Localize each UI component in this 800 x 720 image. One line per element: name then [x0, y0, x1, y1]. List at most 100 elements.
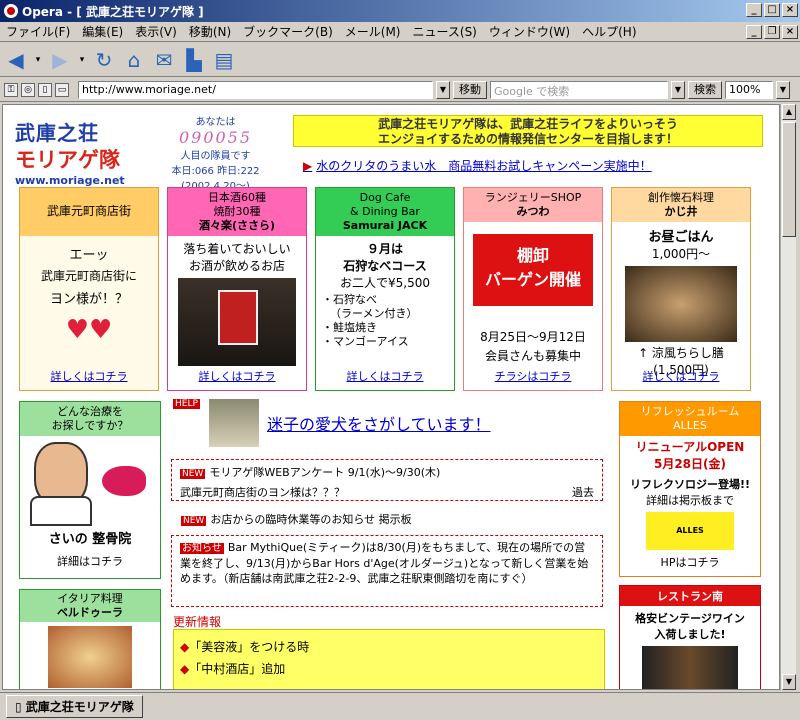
alles-open: リニューアルOPEN [635, 440, 745, 454]
home-icon[interactable]: ⌂ [122, 48, 146, 72]
minimize-button[interactable]: _ [746, 3, 762, 17]
forward-icon[interactable]: ▶ [48, 48, 72, 72]
bullet-icon: ◆ [180, 640, 190, 654]
sale-line: 棚卸 [516, 246, 549, 265]
page-icon[interactable]: ▯ [38, 82, 52, 97]
scroll-thumb[interactable] [782, 122, 796, 237]
vertical-scrollbar[interactable]: ▲ ▼ [780, 104, 796, 690]
zoom-dropdown-button[interactable]: ▼ [776, 80, 790, 99]
counter-today: 本日:066 昨日:222 [171, 166, 260, 177]
card-head: Dog Cafe & Dining Bar Samurai JACK [316, 188, 454, 236]
reload-icon[interactable]: ↻ [92, 48, 116, 72]
menu-navigate[interactable]: 移動(N) [189, 23, 231, 40]
update-item[interactable]: 「中村酒店」追加 [189, 662, 285, 676]
past-link[interactable]: 過去 [572, 484, 594, 500]
menu-help[interactable]: ヘルプ(H) [582, 23, 636, 40]
update-title: 更新情報 [173, 615, 222, 629]
card-text: 1,000円〜 [651, 247, 711, 261]
lost-dog-row[interactable]: HELP 迷子の愛犬をさがしています！ [173, 399, 603, 449]
card-link[interactable]: 詳しくはコチラ [20, 368, 158, 384]
forward-dropdown-icon[interactable]: ▾ [78, 48, 86, 72]
address-input[interactable]: http://www.moriage.net/ [78, 80, 433, 99]
card-head-line: & Dining Bar [350, 205, 420, 218]
update-item[interactable]: 「美容液」をつける時 [189, 640, 309, 654]
mdi-close-button[interactable]: × [782, 25, 798, 39]
scroll-up-icon[interactable]: ▲ [782, 104, 796, 120]
counter-digits: 090055 [178, 128, 253, 147]
window-title: Opera - [ 武庫之荘モリアゲ隊 ] [22, 4, 204, 19]
save-icon[interactable]: ▤ [212, 48, 236, 72]
card-head: 創作懐石料理 かじ井 [612, 188, 750, 222]
card-link[interactable]: 詳しくはコチラ [316, 368, 454, 384]
scroll-down-icon[interactable]: ▼ [782, 674, 796, 690]
campaign-link[interactable]: ▶ 水のクリタのうまい水 商品無料お試しキャンペーン実施中！ [303, 157, 652, 174]
card-text: ヨン様が！？ [49, 292, 128, 307]
lost-dog-link[interactable]: 迷子の愛犬をさがしています！ [267, 411, 491, 435]
yon-topic-link[interactable]: 武庫元町商店街のヨン様は？？？ [180, 484, 345, 500]
mdi-restore-button[interactable]: ❐ [764, 25, 780, 39]
closure-row: NEW お店からの臨時休業等のお知らせ 掲示板 [181, 511, 412, 527]
alles-bbs-link[interactable]: 詳細は掲示板まで [620, 492, 760, 508]
campaign-text: 水のクリタのうまい水 商品無料お試しキャンペーン実施中！ [316, 159, 652, 173]
zoom-select[interactable]: 100% [725, 80, 773, 99]
cookie-icon[interactable]: ◎ [21, 82, 35, 97]
seitai-head: どんな治療を お探しですか？ [20, 402, 160, 436]
card-head-line: 焼酎30種 [213, 205, 261, 218]
card-text: 武庫元町商店街に [40, 269, 137, 283]
page-tab-icon: ▯ [15, 700, 26, 714]
back-dropdown-icon[interactable]: ▾ [34, 48, 42, 72]
survey-box: NEW モリアゲ隊WEBアンケート 9/1(水)〜9/30(木) 武庫元町商店街の… [171, 459, 603, 501]
document-icon[interactable]: ▭ [55, 82, 69, 97]
search-input[interactable]: Google で検索 [490, 80, 668, 99]
page-tab[interactable]: ▯ 武庫之荘モリアゲ隊 [6, 695, 143, 718]
card-sasara: 日本酒60種 焼酎30種 酒々楽(ささら) 落ち着いておいしい お酒が飲めるお店… [167, 187, 307, 391]
menu-mail[interactable]: メール(M) [345, 23, 401, 40]
card-link[interactable]: 詳しくはコチラ [612, 368, 750, 384]
menu-list-item: （ラーメン付き） [330, 307, 418, 320]
search-engine-dropdown[interactable]: ▼ [671, 80, 685, 99]
alles-hp-link[interactable]: HPはコチラ [620, 554, 760, 570]
navigation-toolbar: ◀ ▾ ▶ ▾ ↻ ⌂ ✉ ▙ ▤ [0, 43, 800, 77]
site-logo[interactable]: 武庫之荘 モリアゲ隊 www.moriage.net [15, 117, 135, 187]
counter-label: あなたは [195, 117, 236, 128]
banner-line1: 武庫之荘モリアゲ隊は、武庫之荘ライフをよりいっそう [378, 117, 678, 131]
menu-edit[interactable]: 編集(E) [82, 23, 123, 40]
menu-window[interactable]: ウィンドウ(W) [489, 23, 570, 40]
seitai-link[interactable]: 詳細はコチラ [20, 553, 160, 569]
wine-photo [642, 646, 738, 689]
card-link[interactable]: 詳しくはコチラ [168, 368, 306, 384]
security-icon[interactable]: ⚿ [4, 82, 18, 97]
maximize-button[interactable]: □ [764, 3, 780, 17]
menu-bookmarks[interactable]: ブックマーク(B) [243, 23, 333, 40]
bar-photo [178, 278, 296, 366]
back-icon[interactable]: ◀ [4, 48, 28, 72]
alles-body: リフレクソロジー登場!! [629, 478, 751, 491]
go-button[interactable]: 移動 [453, 80, 487, 99]
alles-head-line: ALLES [673, 419, 707, 432]
card-link[interactable]: チラシはコチラ [464, 368, 602, 384]
survey-date: 9/1(水)〜9/30(木) [347, 466, 441, 479]
menu-view[interactable]: 表示(V) [135, 23, 177, 40]
card-shotengai: 武庫元町商店街 エーッ 武庫元町商店街に ヨン様が！？ ♥♥ 詳しくはコチラ [19, 187, 159, 391]
survey-link[interactable]: モリアゲ隊WEBアンケート [209, 466, 344, 479]
card-head-line: みつわ [516, 205, 550, 218]
menu-news[interactable]: ニュース(S) [412, 23, 476, 40]
notice-tag: お知らせ [180, 543, 224, 554]
menu-list-item: ・マンゴーアイス [322, 335, 409, 348]
address-dropdown-button[interactable]: ▼ [436, 80, 450, 99]
logo-line2: モリアゲ隊 [15, 148, 120, 172]
alles-date: 5月28日(金) [653, 457, 727, 471]
hotlist-icon[interactable]: ✉ [152, 48, 176, 72]
closure-link[interactable]: お店からの臨時休業等のお知らせ 掲示板 [210, 513, 411, 526]
print-icon[interactable]: ▙ [182, 48, 206, 72]
menu-file[interactable]: ファイル(F) [6, 23, 70, 40]
alles-box: リフレッシュルーム ALLES リニューアルOPEN 5月28日(金) リフレク… [619, 401, 761, 577]
mdi-minimize-button[interactable]: _ [746, 25, 762, 39]
search-button[interactable]: 検索 [688, 80, 722, 99]
counter-suffix: 人目の隊員です [180, 151, 251, 162]
card-text: お昼ごはん [648, 230, 714, 245]
card-text: 会員さんも募集中 [484, 349, 581, 363]
close-button[interactable]: × [782, 3, 798, 17]
notice-box: お知らせ Bar MythiQue(ミティーク)は8/30(月)をもちまして、現在… [171, 535, 603, 607]
seitai-head-line: お探しですか？ [51, 419, 129, 432]
